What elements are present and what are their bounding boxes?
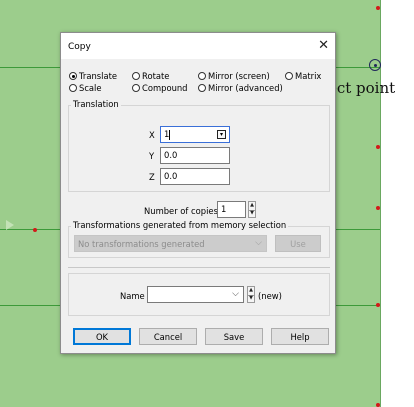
copies-label: Number of copies [144, 206, 218, 216]
spin-up-icon[interactable]: ▲ [248, 287, 254, 295]
radio-selected-icon [69, 72, 77, 80]
ok-button[interactable]: OK [73, 328, 131, 345]
z-label: Z [149, 172, 155, 182]
radio-unselected-icon [198, 84, 206, 92]
use-button[interactable]: Use [275, 235, 321, 252]
red-point[interactable] [376, 145, 380, 149]
radio-label: Mirror (advanced) [208, 83, 283, 93]
cancel-button[interactable]: Cancel [139, 328, 197, 345]
spin-down-icon[interactable]: ▼ [248, 294, 254, 303]
red-point[interactable] [376, 403, 380, 407]
select-point-dot [374, 64, 377, 67]
radio-label: Scale [79, 83, 102, 93]
y-label: Y [149, 151, 155, 161]
dialog-title: Copy [68, 42, 91, 52]
radio-unselected-icon [69, 84, 77, 92]
red-point[interactable] [376, 206, 380, 210]
spin-down-icon[interactable]: ▼ [249, 209, 255, 218]
memory-combo-value: No transformations generated [78, 239, 205, 249]
radio-rotate[interactable]: Rotate [132, 71, 169, 81]
memory-group-label: Transformations generated from memory se… [71, 220, 289, 230]
radio-scale[interactable]: Scale [69, 83, 102, 93]
radio-translate[interactable]: Translate [69, 71, 117, 81]
name-spinner[interactable]: ▲ ▼ [247, 286, 255, 303]
radio-mirror-screen[interactable]: Mirror (screen) [198, 71, 270, 81]
y-input[interactable]: 0.0 [160, 147, 230, 164]
separator [68, 267, 330, 268]
radio-unselected-icon [132, 84, 140, 92]
triangle-marker-icon [6, 220, 14, 230]
z-input-value: 0.0 [164, 171, 178, 181]
translation-group-label: Translation [71, 99, 121, 109]
dialog-titlebar[interactable]: Copy ✕ [61, 33, 335, 59]
name-new-suffix: (new) [258, 291, 282, 301]
close-icon[interactable]: ✕ [318, 39, 329, 52]
copies-spinner[interactable]: ▲ ▼ [248, 201, 256, 218]
help-button[interactable]: Help [271, 328, 329, 345]
radio-label: Rotate [142, 71, 170, 81]
red-point[interactable] [376, 6, 380, 10]
radio-unselected-icon [132, 72, 140, 80]
radio-matrix[interactable]: Matrix [285, 71, 321, 81]
copy-dialog: Copy ✕ Translate Rotate Mirror (screen) … [60, 32, 336, 354]
chevron-down-icon: ⌵ [255, 238, 262, 248]
spin-up-icon[interactable]: ▲ [249, 202, 255, 210]
name-label: Name [120, 291, 145, 301]
y-input-value: 0.0 [164, 150, 178, 160]
radio-unselected-icon [285, 72, 293, 80]
radio-mirror-advanced[interactable]: Mirror (advanced) [198, 83, 283, 93]
z-input[interactable]: 0.0 [160, 168, 230, 185]
memory-combo[interactable]: No transformations generated ⌵ [74, 235, 267, 252]
text-caret [169, 130, 170, 140]
red-point[interactable] [376, 303, 380, 307]
radio-compound[interactable]: Compound [132, 83, 188, 93]
radio-label: Compound [142, 83, 188, 93]
name-combo[interactable]: ⌵ [147, 286, 244, 303]
radio-label: Mirror (screen) [208, 71, 270, 81]
copies-input[interactable]: 1 [217, 201, 246, 218]
radio-label: Translate [79, 71, 118, 81]
chevron-down-icon: ⌵ [232, 289, 239, 299]
radio-unselected-icon [198, 72, 206, 80]
radio-label: Matrix [295, 71, 322, 81]
save-button[interactable]: Save [205, 328, 263, 345]
expression-picker-icon[interactable]: ▾ [217, 130, 226, 139]
red-point[interactable] [33, 228, 37, 232]
copies-input-value: 1 [221, 204, 227, 214]
x-label: X [149, 130, 155, 140]
